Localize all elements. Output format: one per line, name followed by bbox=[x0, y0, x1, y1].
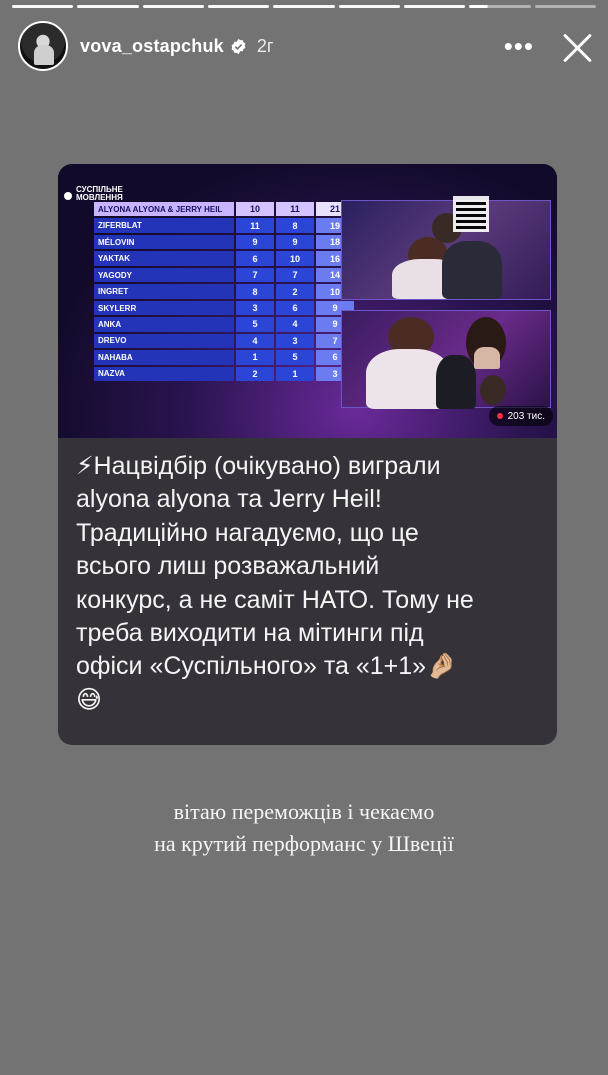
viewer-count: 203 тис. bbox=[488, 406, 553, 426]
jury-score: 3 bbox=[236, 300, 274, 316]
participant-name: ZIFERBLAT bbox=[94, 218, 234, 233]
jury-score: 11 bbox=[236, 218, 274, 233]
audience-score: 5 bbox=[276, 350, 314, 365]
participant-name: ANKA bbox=[94, 317, 234, 332]
jury-score: 8 bbox=[236, 284, 274, 299]
participant-name: MÉLOVIN bbox=[94, 234, 234, 250]
jury-score: 1 bbox=[236, 350, 274, 365]
caption-line: вітаю переможців і чекаємо bbox=[173, 799, 435, 824]
shared-post-card[interactable]: СУСПІЛЬНЕ МОВЛЕННЯ ALYONA ALYONA & JERRY… bbox=[58, 164, 557, 745]
participant-name: SKYLERR bbox=[94, 300, 234, 316]
post-text-line: 😅 bbox=[76, 685, 103, 714]
story-header: vova_ostapchuk 2г ••• bbox=[18, 20, 594, 72]
post-text-line: ⚡Нацвідбір (очікувано) виграли bbox=[76, 452, 441, 480]
post-text-line: конкурс, а не саміт НАТО. Тому не bbox=[76, 585, 474, 614]
broadcaster-logo-text: СУСПІЛЬНЕ МОВЛЕННЯ bbox=[76, 186, 123, 202]
video-frame-audience bbox=[341, 310, 551, 409]
audience-score: 7 bbox=[276, 267, 314, 283]
more-options-icon[interactable]: ••• bbox=[504, 33, 534, 59]
participant-name: NAZVA bbox=[94, 366, 234, 382]
caption-line: на крутий перформанс у Швеції bbox=[154, 831, 454, 856]
progress-segment bbox=[273, 5, 335, 8]
close-icon[interactable] bbox=[560, 29, 594, 63]
post-text: ⚡Нацвідбір (очікувано) виграли alyona al… bbox=[76, 450, 544, 717]
broadcast-screenshot: СУСПІЛЬНЕ МОВЛЕННЯ ALYONA ALYONA & JERRY… bbox=[58, 164, 557, 438]
jury-score: 10 bbox=[236, 202, 274, 217]
progress-segment bbox=[534, 5, 596, 8]
progress-segment-active bbox=[469, 5, 531, 8]
progress-segment bbox=[403, 5, 466, 8]
story-caption: вітаю переможців і чекаємо на крутий пер… bbox=[0, 796, 608, 860]
jury-score: 7 bbox=[236, 267, 274, 283]
jury-score: 2 bbox=[236, 366, 274, 382]
post-text-line: треба виходити на мітинги під bbox=[76, 619, 424, 648]
viewer-count-text: 203 тис. bbox=[507, 410, 545, 422]
qr-code-icon bbox=[453, 196, 489, 232]
broadcaster-line: МОВЛЕННЯ bbox=[76, 193, 123, 202]
live-dot-icon bbox=[496, 413, 503, 419]
broadcaster-logo-icon bbox=[64, 192, 72, 200]
audience-score: 4 bbox=[276, 317, 314, 332]
audience-score: 8 bbox=[276, 218, 314, 233]
avatar[interactable] bbox=[18, 21, 68, 71]
post-text-line: офіси «Суспільного» та «1+1»🤌🏼 bbox=[76, 652, 458, 681]
progress-segment bbox=[338, 5, 400, 8]
progress-segment bbox=[12, 5, 74, 8]
progress-segment bbox=[142, 5, 204, 8]
verified-badge-icon bbox=[231, 38, 246, 54]
audience-score: 10 bbox=[276, 251, 314, 266]
progress-segment bbox=[207, 5, 270, 8]
participant-name: YAKTAK bbox=[94, 251, 234, 266]
audience-score: 1 bbox=[276, 366, 314, 382]
username[interactable]: vova_ostapchuk bbox=[80, 36, 224, 57]
participant-name: NAHABA bbox=[94, 350, 234, 365]
jury-score: 4 bbox=[236, 333, 274, 349]
video-frame-hug bbox=[341, 200, 551, 300]
participant-name: DREVO bbox=[94, 333, 234, 349]
jury-score: 6 bbox=[236, 251, 274, 266]
post-text-line: всього лиш розважальний bbox=[76, 552, 380, 581]
progress-segment bbox=[77, 5, 139, 8]
audience-score: 2 bbox=[276, 284, 314, 299]
audience-score: 9 bbox=[276, 234, 314, 250]
audience-score: 11 bbox=[276, 202, 314, 217]
audience-score: 3 bbox=[276, 333, 314, 349]
story-progress-bar bbox=[12, 5, 596, 8]
post-text-line: alyona alyona та Jerry Heil! bbox=[76, 485, 382, 514]
post-text-line: Традиційно нагадуємо, що це bbox=[76, 518, 419, 547]
post-time: 2г bbox=[256, 35, 274, 56]
jury-score: 9 bbox=[236, 234, 274, 250]
participant-name: INGRET bbox=[94, 284, 234, 299]
audience-score: 6 bbox=[276, 300, 314, 316]
jury-score: 5 bbox=[236, 317, 274, 332]
participant-name: ALYONA ALYONA & JERRY HEIL bbox=[94, 202, 234, 217]
participant-name: YAGODY bbox=[94, 267, 234, 283]
